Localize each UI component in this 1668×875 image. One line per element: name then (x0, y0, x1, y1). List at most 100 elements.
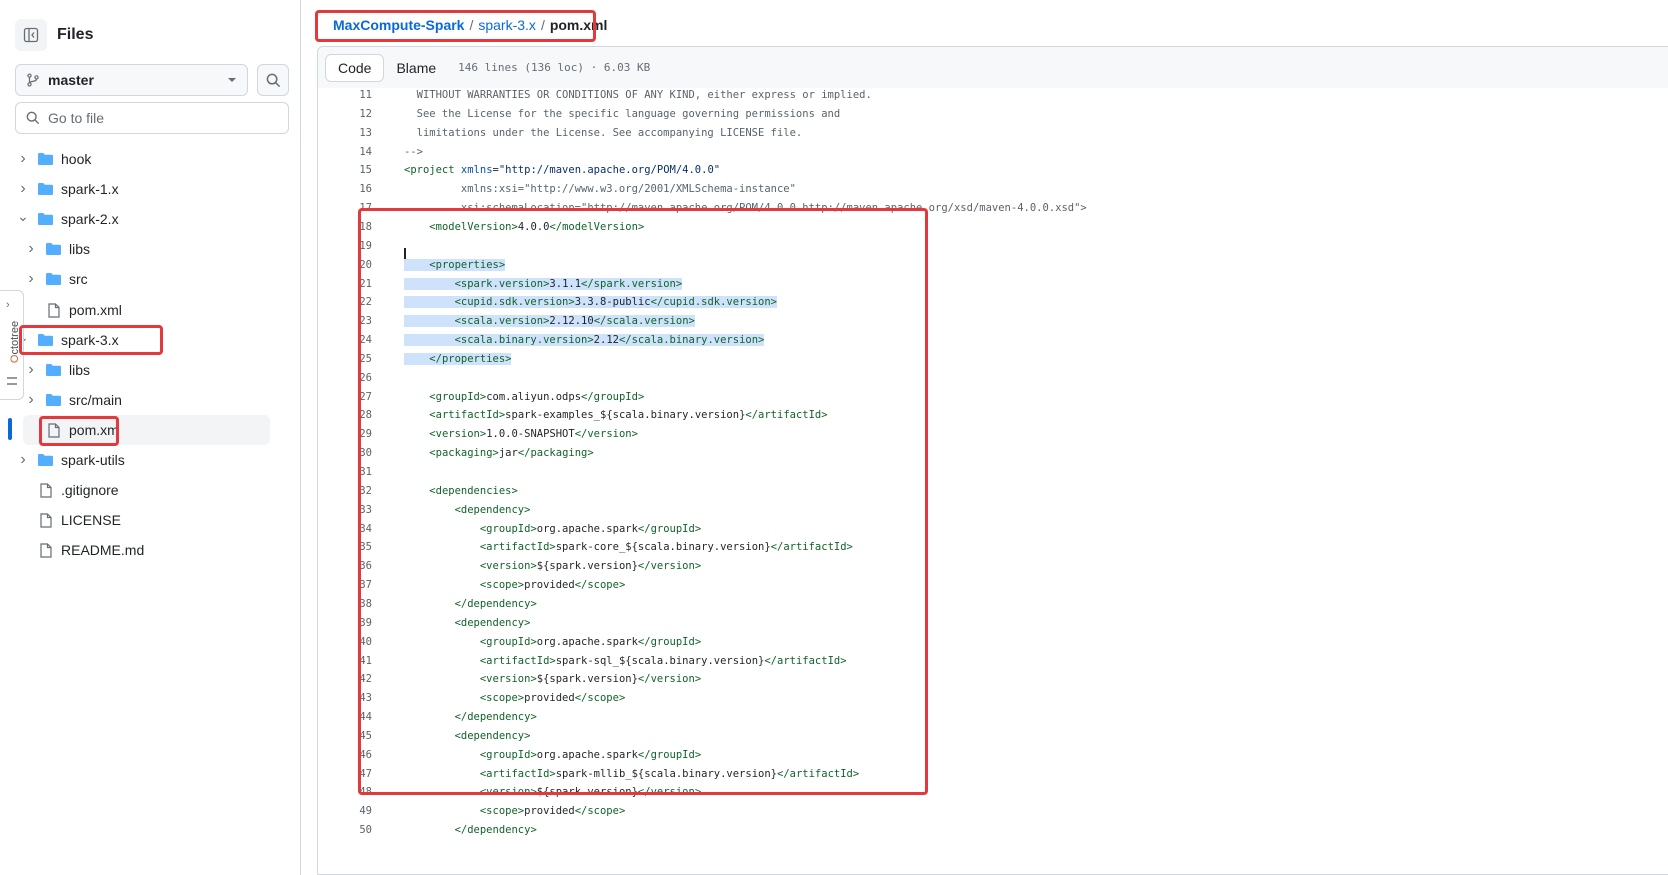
tree-file[interactable]: pom.xml (23, 295, 270, 325)
line-content: <dependencies> (429, 485, 518, 497)
line-number[interactable]: 16 (318, 180, 372, 199)
line-number[interactable]: 35 (318, 538, 372, 557)
line-number[interactable]: 11 (318, 88, 372, 105)
blame-tab[interactable]: Blame (384, 54, 448, 82)
line-number[interactable]: 44 (318, 708, 372, 727)
search-files-button[interactable] (257, 64, 289, 96)
line-number[interactable]: 30 (318, 444, 372, 463)
tree-folder[interactable]: › spark-utils (15, 445, 270, 475)
chevron-right-icon[interactable]: › (23, 270, 39, 287)
tree-item-label: pom.xml (69, 302, 122, 318)
code-view[interactable]: 11 WITHOUT WARRANTIES OR CONDITIONS OF A… (317, 88, 1668, 875)
chevron-right-icon[interactable]: › (23, 361, 39, 378)
line-number[interactable]: 29 (318, 425, 372, 444)
line-number[interactable]: 19 (318, 237, 372, 256)
tree-file[interactable]: .gitignore (15, 475, 270, 505)
line-number[interactable]: 39 (318, 614, 372, 633)
code-line: 33 <dependency> (318, 501, 1668, 520)
chevron-right-icon[interactable]: › (15, 451, 31, 468)
chevron-down-icon[interactable]: ⌄ (15, 208, 31, 224)
line-number[interactable]: 20 (318, 256, 372, 275)
line-number[interactable]: 24 (318, 331, 372, 350)
line-content: xsi:schemaLocation="http://maven.apache.… (404, 202, 1087, 214)
line-number[interactable]: 28 (318, 406, 372, 425)
line-number[interactable]: 49 (318, 802, 372, 821)
tree-file[interactable]: README.md (15, 535, 270, 565)
code-line: 17 xsi:schemaLocation="http://maven.apac… (318, 199, 1668, 218)
caret-down-icon (228, 78, 236, 82)
line-number[interactable]: 43 (318, 689, 372, 708)
line-number[interactable]: 18 (318, 218, 372, 237)
breadcrumb-folder-link[interactable]: spark-3.x (478, 17, 536, 33)
line-number[interactable]: 38 (318, 595, 372, 614)
line-number[interactable]: 25 (318, 350, 372, 369)
tree-folder[interactable]: ⌄spark-3.x (15, 325, 270, 355)
line-content: <version>${spark.version}</version> (479, 673, 702, 685)
line-number[interactable]: 41 (318, 652, 372, 671)
go-to-file-field[interactable] (15, 102, 289, 134)
line-content: <modelVersion>4.0.0</modelVersion> (429, 221, 645, 233)
tree-folder[interactable]: › libs (23, 234, 270, 264)
tree-folder[interactable]: › src/main (23, 385, 270, 415)
line-content: <scope>provided</scope> (479, 692, 626, 704)
line-number[interactable]: 46 (318, 746, 372, 765)
chevron-placeholder (15, 542, 31, 558)
line-number[interactable]: 45 (318, 727, 372, 746)
code-line: 12 See the License for the specific lang… (318, 105, 1668, 124)
tree-folder[interactable]: › hook (15, 144, 270, 174)
line-number[interactable]: 22 (318, 293, 372, 312)
line-number[interactable]: 47 (318, 765, 372, 784)
chevron-right-icon[interactable]: › (15, 180, 31, 197)
line-number[interactable]: 34 (318, 520, 372, 539)
breadcrumb-repo-link[interactable]: MaxCompute-Spark (333, 17, 464, 33)
go-to-file-input[interactable] (48, 110, 268, 126)
code-line: 35 <artifactId>spark-core_${scala.binary… (318, 538, 1668, 557)
line-content: <artifactId>spark-sql_${scala.binary.ver… (479, 655, 847, 667)
line-content: xmlns:xsi="http://www.w3.org/2001/XMLSch… (404, 183, 796, 195)
chevron-right-icon[interactable]: › (23, 391, 39, 408)
code-line: 48 <version>${spark.version}</version> (318, 783, 1668, 802)
tree-file[interactable]: pom.xm (23, 415, 270, 445)
tree-file[interactable]: LICENSE (15, 505, 270, 535)
line-content: <dependency> (454, 730, 531, 742)
collapse-panel-button[interactable] (15, 19, 47, 51)
line-number[interactable]: 13 (318, 124, 372, 143)
chevron-right-icon[interactable]: › (23, 240, 39, 257)
line-number[interactable]: 48 (318, 783, 372, 802)
line-number[interactable]: 14 (318, 143, 372, 162)
folder-icon (43, 242, 63, 256)
line-number[interactable]: 37 (318, 576, 372, 595)
line-number[interactable]: 27 (318, 388, 372, 407)
line-number[interactable]: 15 (318, 161, 372, 180)
octotree-toggle[interactable]: › Octotree (0, 290, 24, 400)
line-number[interactable]: 42 (318, 670, 372, 689)
tree-folder[interactable]: ⌄ spark-2.x (15, 204, 270, 234)
line-number[interactable]: 26 (318, 369, 372, 388)
tree-item-label: spark-3.x (61, 332, 119, 348)
code-line: 40 <groupId>org.apache.spark</groupId> (318, 633, 1668, 652)
line-number[interactable]: 21 (318, 275, 372, 294)
line-number[interactable]: 31 (318, 463, 372, 482)
line-number[interactable]: 36 (318, 557, 372, 576)
branch-name: master (48, 72, 94, 88)
code-tab[interactable]: Code (325, 53, 385, 82)
line-number[interactable]: 32 (318, 482, 372, 501)
code-line: 14 --> (318, 143, 1668, 162)
line-number[interactable]: 50 (318, 821, 372, 840)
line-number[interactable]: 17 (318, 199, 372, 218)
line-number[interactable]: 23 (318, 312, 372, 331)
sidebar-collapse-icon (23, 27, 39, 43)
code-line: 32 <dependencies> (318, 482, 1668, 501)
line-number[interactable]: 40 (318, 633, 372, 652)
chevron-right-icon[interactable]: › (15, 150, 31, 167)
branch-selector[interactable]: master (15, 64, 248, 96)
breadcrumb-separator: / (469, 17, 474, 33)
tree-folder[interactable]: › spark-1.x (15, 174, 270, 204)
breadcrumb: MaxCompute-Spark / spark-3.x / pom.xml (333, 17, 607, 33)
line-number[interactable]: 12 (318, 105, 372, 124)
code-line: 42 <version>${spark.version}</version> (318, 670, 1668, 689)
drag-handle-icon[interactable] (7, 377, 17, 385)
tree-folder[interactable]: › src (23, 264, 270, 294)
tree-folder[interactable]: › libs (23, 355, 270, 385)
line-number[interactable]: 33 (318, 501, 372, 520)
